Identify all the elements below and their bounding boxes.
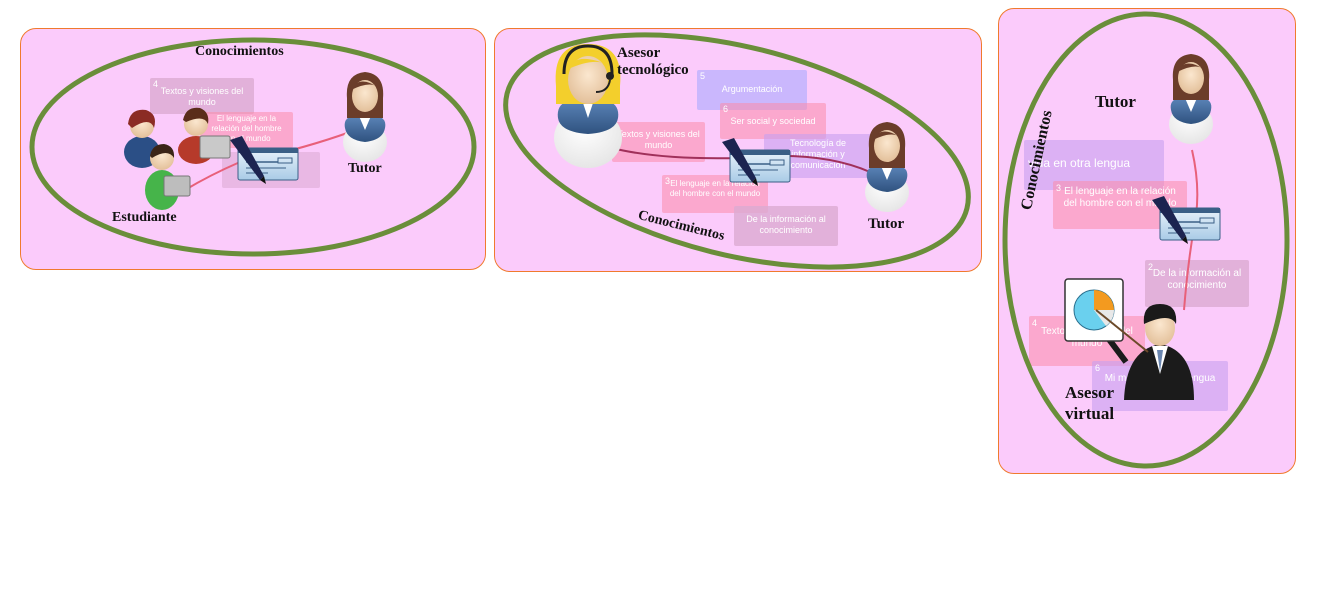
pie-chart-board-icon [1064, 278, 1149, 353]
document-pen-icon [1151, 195, 1221, 245]
student-label: Estudiante [112, 210, 177, 225]
document-pen-icon [721, 137, 791, 187]
student-group-icon [124, 107, 231, 210]
tutor-label: Tutor [1095, 92, 1136, 111]
tutor-icon [865, 122, 909, 212]
document-pen-icon [229, 135, 299, 185]
tutor-label: Tutor [348, 161, 382, 176]
tutor-icon [343, 72, 387, 162]
tech-advisor-label: Asesor tecnológico [617, 45, 689, 78]
virtual-advisor-label: Asesor virtual [1065, 383, 1115, 423]
knowledge-ellipse [29, 37, 477, 257]
knowledge-label: Conocimientos [195, 44, 284, 59]
tutor-label: Tutor [868, 216, 905, 232]
tutor-icon [1169, 54, 1213, 144]
headset-advisor-icon [554, 44, 622, 168]
